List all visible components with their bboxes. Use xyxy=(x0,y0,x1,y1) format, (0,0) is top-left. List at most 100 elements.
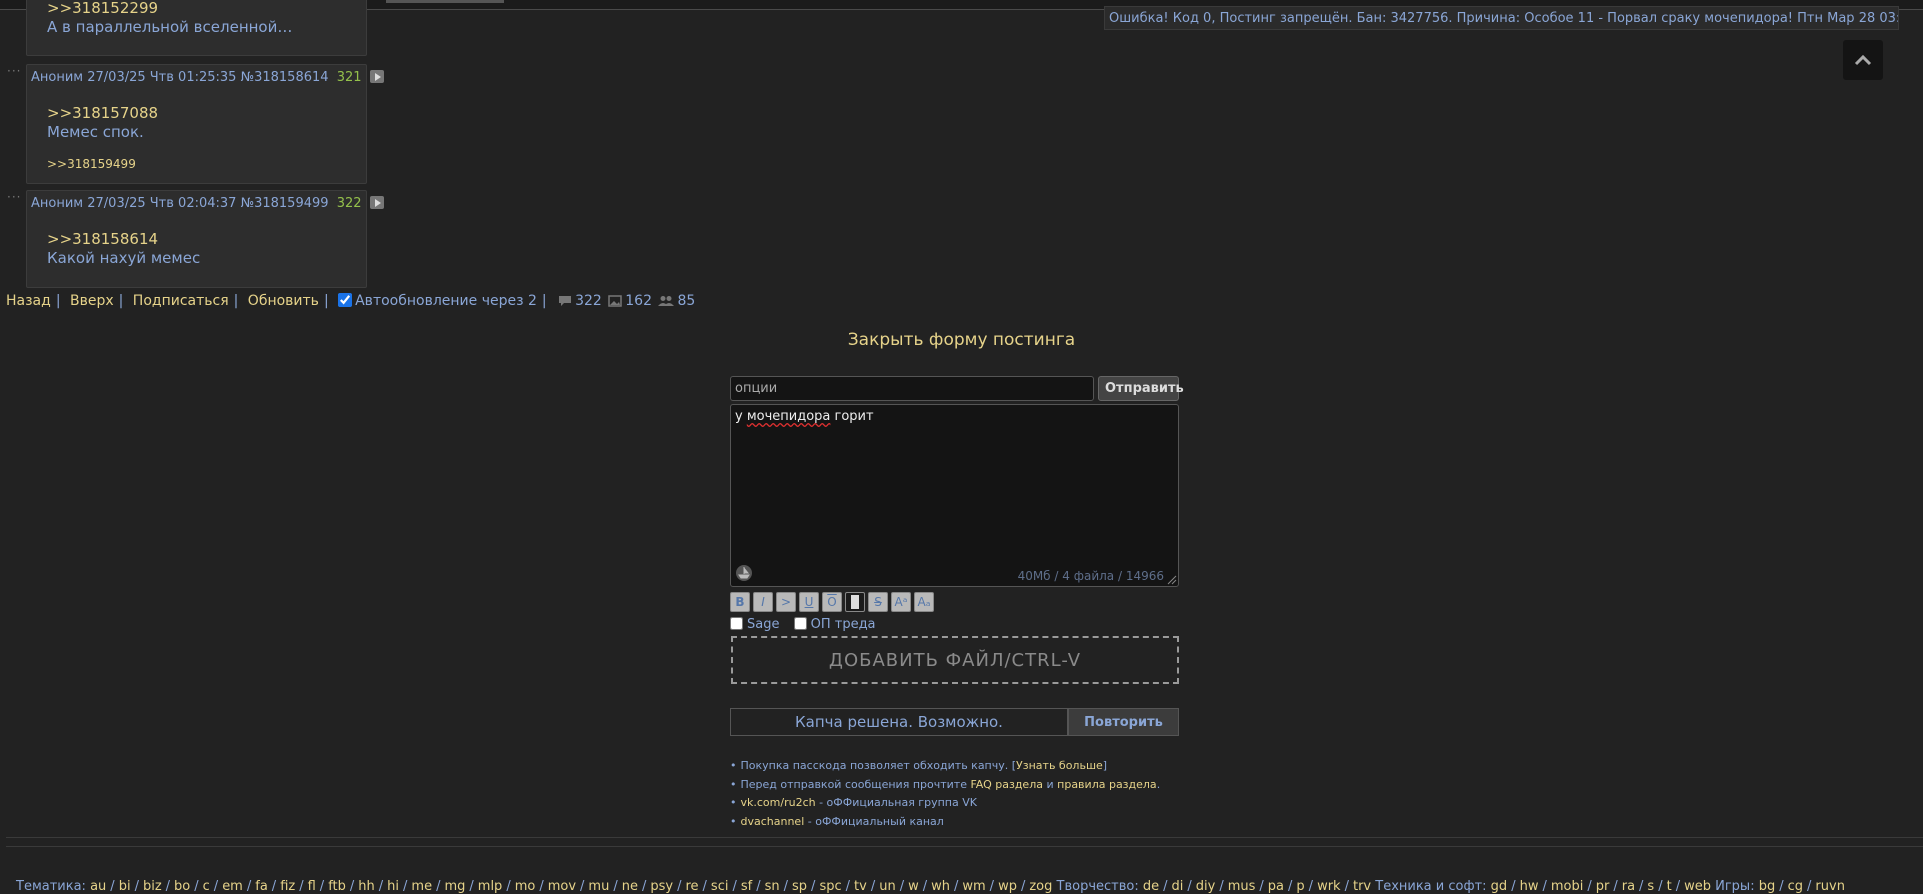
rules-link[interactable]: правила раздела xyxy=(1057,778,1157,791)
post-replies[interactable]: >>318159499 xyxy=(47,157,136,171)
post-text: Мемес спок. xyxy=(47,123,144,141)
captcha-retry-button[interactable]: Повторить xyxy=(1068,708,1179,736)
board-link-mov[interactable]: mov xyxy=(548,879,576,894)
board-link-tv[interactable]: tv xyxy=(854,879,867,894)
board-link-mlp[interactable]: mlp xyxy=(478,879,503,894)
nav-refresh-link[interactable]: Обновить xyxy=(248,293,319,309)
board-link-fiz[interactable]: fiz xyxy=(280,879,295,894)
board-link-mobi[interactable]: mobi xyxy=(1551,879,1583,894)
strike-button[interactable]: S xyxy=(868,592,888,612)
board-link-wm[interactable]: wm xyxy=(962,879,985,894)
faq-link[interactable]: FAQ раздела xyxy=(970,778,1043,791)
nav-top-link[interactable]: Вверх xyxy=(70,293,114,309)
board-link-zog[interactable]: zog xyxy=(1029,879,1052,894)
scroll-to-top-button[interactable] xyxy=(1843,40,1883,80)
autoupdate-checkbox[interactable] xyxy=(338,293,353,307)
board-link-wrk[interactable]: wrk xyxy=(1317,879,1341,894)
board-link-pr[interactable]: pr xyxy=(1596,879,1610,894)
board-link-sci[interactable]: sci xyxy=(711,879,729,894)
board-link-sp[interactable]: sp xyxy=(792,879,807,894)
reply-link[interactable]: >>318158614 xyxy=(47,230,200,249)
board-link-mg[interactable]: mg xyxy=(444,879,465,894)
board-link-gd[interactable]: gd xyxy=(1491,879,1508,894)
board-link-psy[interactable]: psy xyxy=(650,879,673,894)
board-link-t[interactable]: t xyxy=(1667,879,1672,894)
post-author: Аноним xyxy=(31,196,84,211)
post-id[interactable]: №318158614 xyxy=(241,70,329,85)
post-menu-icon[interactable]: ··· xyxy=(7,64,21,78)
overline-button[interactable]: O xyxy=(822,592,842,612)
board-link-di[interactable]: di xyxy=(1172,879,1184,894)
op-checkbox[interactable] xyxy=(793,617,807,630)
board-link-cg[interactable]: cg xyxy=(1788,879,1803,894)
board-link-ne[interactable]: ne xyxy=(622,879,638,894)
board-link-ra[interactable]: ra xyxy=(1622,879,1635,894)
quote-button[interactable]: > xyxy=(776,592,796,612)
board-link-biz[interactable]: biz xyxy=(143,879,162,894)
file-drop-zone[interactable]: ДОБАВИТЬ ФАЙЛ/CTRL-V xyxy=(731,636,1179,684)
board-link-ruvn[interactable]: ruvn xyxy=(1815,879,1845,894)
bold-button[interactable]: B xyxy=(730,592,750,612)
board-link-em[interactable]: em xyxy=(222,879,243,894)
files-count: 162 xyxy=(625,293,652,309)
board-link-web[interactable]: web xyxy=(1684,879,1711,894)
board-link-spc[interactable]: spc xyxy=(819,879,841,894)
post-menu-icon[interactable]: ··· xyxy=(7,190,21,204)
board-link-trv[interactable]: trv xyxy=(1353,879,1371,894)
board-link-p[interactable]: p xyxy=(1296,879,1304,894)
board-link-bg[interactable]: bg xyxy=(1759,879,1776,894)
play-icon[interactable] xyxy=(369,70,384,83)
post-body: >>318152299 А в параллельной вселенной… xyxy=(47,0,292,37)
info-row-vk: • vk.com/ru2ch - оФФициальная группа VK xyxy=(730,796,977,809)
sage-checkbox[interactable] xyxy=(730,617,743,630)
board-link-bi[interactable]: bi xyxy=(119,879,131,894)
board-link-mu[interactable]: mu xyxy=(588,879,609,894)
board-link-un[interactable]: un xyxy=(879,879,895,894)
nav-back-link[interactable]: Назад xyxy=(6,293,51,309)
board-link-sf[interactable]: sf xyxy=(741,879,752,894)
spoiler-button[interactable] xyxy=(845,592,865,612)
reply-link[interactable]: >>318157088 xyxy=(47,104,158,123)
vk-link[interactable]: vk.com/ru2ch xyxy=(741,796,816,809)
close-form-link[interactable]: Закрыть форму постинга xyxy=(0,330,1923,350)
board-link-hw[interactable]: hw xyxy=(1520,879,1539,894)
board-link-sn[interactable]: sn xyxy=(765,879,780,894)
board-link-s[interactable]: s xyxy=(1647,879,1654,894)
reply-link[interactable]: >>318152299 xyxy=(47,0,292,18)
board-link-re[interactable]: re xyxy=(685,879,698,894)
board-link-wp[interactable]: wp xyxy=(998,879,1017,894)
board-link-fa[interactable]: fa xyxy=(255,879,268,894)
board-link-w[interactable]: w xyxy=(908,879,919,894)
board-link-diy[interactable]: diy xyxy=(1196,879,1216,894)
play-icon[interactable] xyxy=(369,196,384,209)
board-link-pa[interactable]: pa xyxy=(1268,879,1284,894)
underline-button[interactable]: U xyxy=(799,592,819,612)
board-link-ftb[interactable]: ftb xyxy=(328,879,346,894)
submit-button[interactable]: Отправить xyxy=(1098,376,1184,401)
board-link-de[interactable]: de xyxy=(1143,879,1159,894)
italic-button[interactable]: I xyxy=(753,592,773,612)
post-id[interactable]: №318159499 xyxy=(241,196,329,211)
resize-handle-icon[interactable] xyxy=(1165,573,1177,585)
board-link-c[interactable]: c xyxy=(203,879,210,894)
boat-icon[interactable] xyxy=(735,564,753,582)
board-link-mus[interactable]: mus xyxy=(1228,879,1256,894)
board-link-bo[interactable]: bo xyxy=(174,879,190,894)
board-link-hi[interactable]: hi xyxy=(387,879,399,894)
board-link-au[interactable]: au xyxy=(90,879,106,894)
board-link-wh[interactable]: wh xyxy=(931,879,950,894)
superscript-button[interactable]: Aᵃ xyxy=(891,592,911,612)
channel-link[interactable]: dvachannel xyxy=(741,815,805,828)
board-link-fl[interactable]: fl xyxy=(308,879,316,894)
board-link-hh[interactable]: hh xyxy=(358,879,374,894)
nav-subscribe-link[interactable]: Подписаться xyxy=(133,293,229,309)
passcode-more-link[interactable]: Узнать больше xyxy=(1016,759,1103,772)
board-link-me[interactable]: me xyxy=(411,879,432,894)
subscript-button[interactable]: Aₐ xyxy=(914,592,934,612)
options-input[interactable] xyxy=(730,376,1094,401)
sage-option[interactable]: Sage xyxy=(730,617,779,632)
board-link-mo[interactable]: mo xyxy=(515,879,536,894)
op-option[interactable]: ОП треда xyxy=(793,617,876,632)
autoupdate-label[interactable]: Автообновление через 2 xyxy=(355,293,537,309)
message-textarea[interactable]: у мочепидора горит 40Мб / 4 файла / 1496… xyxy=(730,404,1179,587)
